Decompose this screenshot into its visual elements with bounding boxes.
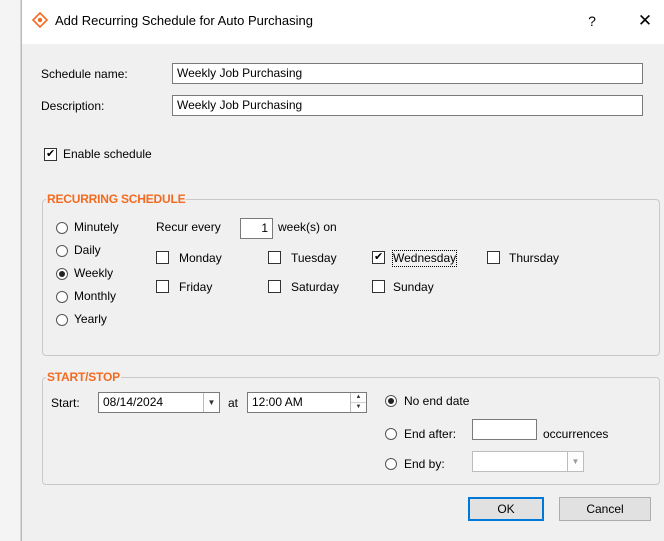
close-button[interactable]: ✕ — [634, 10, 656, 32]
at-label: at — [228, 396, 239, 410]
schedule-name-input[interactable]: Weekly Job Purchasing — [172, 63, 643, 84]
sunday-checkbox[interactable] — [372, 280, 385, 293]
title-bar: Add Recurring Schedule for Auto Purchasi… — [22, 0, 664, 44]
no-end-date-radio[interactable] — [385, 395, 397, 407]
weeks-on-label: week(s) on — [278, 220, 337, 234]
yearly-radio[interactable] — [56, 314, 68, 326]
cancel-button[interactable]: Cancel — [559, 497, 651, 521]
checkmark-icon: ✔ — [374, 251, 384, 263]
occurrences-label: occurrences — [543, 427, 609, 441]
saturday-label: Saturday — [291, 280, 340, 294]
recur-every-label: Recur every — [156, 220, 221, 234]
weekly-radio[interactable] — [56, 268, 68, 280]
start-label: Start: — [51, 396, 80, 410]
background-window — [0, 0, 21, 541]
sunday-label: Sunday — [393, 280, 434, 294]
schedule-name-label: Schedule name: — [41, 67, 128, 81]
end-by-radio[interactable] — [385, 458, 397, 470]
yearly-label: Yearly — [74, 312, 107, 326]
recurring-schedule-dialog: Add Recurring Schedule for Auto Purchasi… — [21, 0, 664, 541]
end-after-radio[interactable] — [385, 428, 397, 440]
daily-radio[interactable] — [56, 245, 68, 257]
recurring-schedule-heading: RECURRING SCHEDULE — [46, 192, 187, 206]
spin-up-icon[interactable]: ▲ — [351, 393, 366, 403]
calendar-dropdown-arrow-icon[interactable]: ▼ — [203, 393, 219, 412]
no-end-date-label: No end date — [404, 394, 470, 408]
wednesday-label: Wednesday — [391, 250, 458, 267]
friday-checkbox[interactable] — [156, 280, 169, 293]
radio-selected-dot — [59, 271, 65, 277]
recurring-schedule-group — [42, 199, 660, 356]
spin-down-icon[interactable]: ▼ — [351, 403, 366, 412]
end-after-occurrences-input[interactable] — [472, 419, 537, 440]
monthly-radio[interactable] — [56, 291, 68, 303]
dialog-title: Add Recurring Schedule for Auto Purchasi… — [55, 13, 313, 28]
checkmark-icon: ✔ — [46, 148, 56, 160]
app-diamond-icon — [32, 12, 48, 28]
start-date-picker[interactable]: 08/14/2024 ▼ — [98, 392, 220, 413]
weekly-label: Weekly — [74, 266, 114, 280]
minutely-radio[interactable] — [56, 222, 68, 234]
enable-schedule-label: Enable schedule — [63, 147, 152, 161]
radio-selected-dot — [388, 398, 394, 404]
start-stop-heading: START/STOP — [46, 370, 121, 384]
thursday-checkbox[interactable] — [487, 251, 500, 264]
thursday-label: Thursday — [509, 251, 560, 265]
description-input[interactable]: Weekly Job Purchasing — [172, 95, 643, 116]
minutely-label: Minutely — [74, 220, 119, 234]
monthly-label: Monthly — [74, 289, 117, 303]
start-time-spinner[interactable]: 12:00 AM ▲ ▼ — [247, 392, 367, 413]
calendar-dropdown-arrow-icon[interactable]: ▼ — [567, 452, 583, 471]
tuesday-checkbox[interactable] — [268, 251, 281, 264]
start-date-value: 08/14/2024 — [103, 395, 164, 409]
ok-button[interactable]: OK — [468, 497, 544, 521]
tuesday-label: Tuesday — [291, 251, 337, 265]
daily-label: Daily — [74, 243, 101, 257]
end-after-label: End after: — [404, 427, 457, 441]
enable-schedule-checkbox[interactable]: ✔ — [44, 148, 57, 161]
start-time-value: 12:00 AM — [252, 395, 303, 409]
wednesday-checkbox[interactable]: ✔ — [372, 251, 385, 264]
help-button[interactable]: ? — [582, 10, 602, 32]
end-by-label: End by: — [404, 457, 445, 471]
friday-label: Friday — [179, 280, 213, 294]
monday-checkbox[interactable] — [156, 251, 169, 264]
recur-every-input[interactable]: 1 — [240, 218, 273, 239]
description-label: Description: — [41, 99, 105, 113]
end-by-date-picker[interactable]: ▼ — [472, 451, 584, 472]
time-spin-buttons: ▲ ▼ — [350, 393, 366, 412]
monday-label: Monday — [179, 251, 222, 265]
saturday-checkbox[interactable] — [268, 280, 281, 293]
